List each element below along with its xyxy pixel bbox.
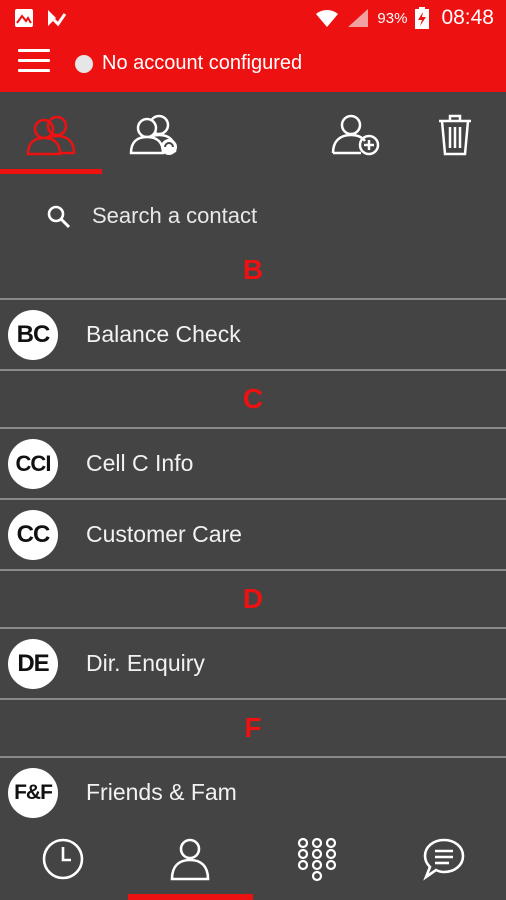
status-dot-icon	[75, 54, 93, 73]
account-status-label: No account configured	[102, 52, 303, 74]
account-status[interactable]: No account configured	[75, 52, 302, 75]
person-icon	[170, 838, 210, 881]
tab-contacts[interactable]	[0, 92, 102, 178]
clock-icon	[42, 838, 84, 880]
nav-contacts[interactable]	[127, 818, 253, 900]
avatar: DE	[8, 638, 58, 689]
avatar: F&F	[8, 767, 58, 818]
contact-row[interactable]: CC Customer Care	[0, 500, 506, 571]
download-check-icon	[48, 10, 66, 27]
nav-chat[interactable]	[381, 818, 506, 900]
trash-icon	[439, 114, 471, 156]
section-header-c: C	[0, 371, 506, 429]
search-icon	[47, 205, 71, 229]
active-tab-indicator	[0, 169, 102, 174]
battery-percent: 93%	[377, 9, 408, 27]
contact-name: Cell C Info	[86, 450, 194, 476]
gallery-icon	[15, 9, 33, 27]
add-contact-icon	[331, 114, 380, 156]
tab-online-contacts[interactable]	[115, 92, 195, 178]
dialpad-icon	[297, 837, 337, 882]
search-bar	[0, 190, 506, 242]
status-bar: 93% 08:48	[0, 0, 506, 36]
bottom-nav	[0, 818, 506, 900]
section-header-b: B	[0, 242, 506, 300]
contact-row[interactable]: F&F Friends & Fam	[0, 758, 506, 818]
avatar: CCI	[8, 438, 58, 489]
contact-row[interactable]: CCI Cell C Info	[0, 429, 506, 500]
avatar: CC	[8, 509, 58, 560]
battery-charging-icon	[415, 7, 430, 29]
wifi-icon	[316, 9, 339, 27]
tab-add-contact[interactable]	[318, 92, 392, 178]
contact-name: Dir. Enquiry	[86, 650, 205, 676]
nav-history[interactable]	[0, 818, 126, 900]
contacts-online-icon	[129, 114, 177, 155]
contact-row[interactable]: DE Dir. Enquiry	[0, 629, 506, 700]
contact-row[interactable]: BC Balance Check	[0, 300, 506, 371]
tab-bar	[0, 92, 506, 178]
chat-icon	[423, 838, 465, 881]
clock: 08:48	[441, 6, 494, 29]
search-input[interactable]	[92, 198, 472, 234]
active-nav-indicator	[128, 894, 253, 900]
section-header-d: D	[0, 571, 506, 629]
contacts-icon	[26, 115, 76, 156]
contact-name: Customer Care	[86, 521, 242, 547]
avatar: BC	[8, 309, 58, 360]
contact-name: Friends & Fam	[86, 779, 237, 805]
app-bar: No account configured	[0, 36, 506, 92]
contact-name: Balance Check	[86, 321, 241, 347]
hamburger-menu-icon[interactable]	[18, 49, 50, 79]
section-header-f: F	[0, 700, 506, 758]
nav-dialpad[interactable]	[254, 818, 380, 900]
cell-signal-icon	[348, 9, 369, 27]
contact-list[interactable]: B BC Balance Check C CCI Cell C Info CC …	[0, 242, 506, 818]
tab-delete[interactable]	[418, 92, 492, 178]
